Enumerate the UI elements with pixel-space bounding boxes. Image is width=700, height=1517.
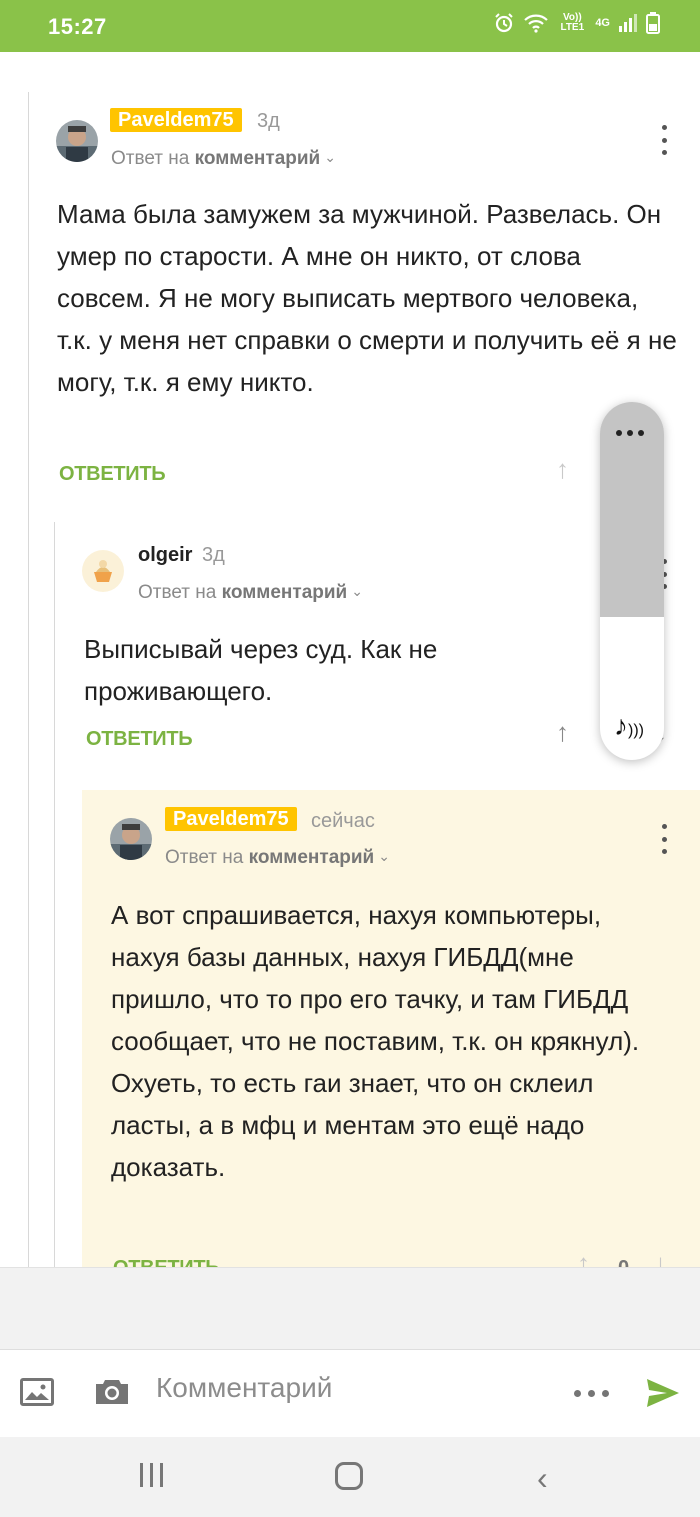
reply-to-link[interactable]: комментарий (195, 148, 321, 169)
comment-time: сейчас (311, 810, 375, 832)
alarm-icon (495, 13, 514, 33)
floating-media-widget[interactable]: ♪))) (600, 402, 664, 760)
avatar[interactable] (82, 550, 124, 592)
comment-time: 3д (202, 544, 225, 566)
reply-button[interactable]: ОТВЕТИТЬ (86, 728, 193, 751)
signal-icon (619, 14, 637, 32)
comment-author[interactable]: Paveldem75 (165, 807, 297, 831)
battery-icon (646, 12, 660, 34)
chevron-down-icon[interactable]: ⌄ (378, 848, 390, 865)
camera-icon[interactable] (94, 1376, 130, 1406)
chevron-down-icon[interactable]: ⌄ (351, 583, 363, 600)
system-nav-bar: ‹ (0, 1437, 700, 1517)
network-label: 4G (595, 17, 610, 29)
more-icon[interactable] (616, 430, 644, 436)
comment-input[interactable]: Комментарий (156, 1372, 332, 1404)
reply-to-link[interactable]: комментарий (249, 847, 375, 868)
status-icons: Vo)) LTE1 4G (493, 12, 660, 34)
comment-time: 3д (257, 110, 280, 132)
comment-menu-button[interactable] (654, 824, 674, 854)
upvote-icon[interactable]: ↑ (577, 1248, 590, 1267)
downvote-icon[interactable]: ↓ (654, 1248, 667, 1267)
avatar[interactable] (56, 120, 98, 162)
music-note-icon[interactable]: ♪))) (614, 710, 644, 742)
comment-text: А вот спрашивается, нахуя компьютеры, на… (111, 900, 640, 1182)
status-time: 15:27 (48, 14, 107, 39)
upvote-icon[interactable]: ↑ (556, 717, 569, 748)
reply-button[interactable]: ОТВЕТИТЬ (113, 1257, 220, 1267)
comment: Paveldem75 сейчас Ответ на комментарий ⌄ … (0, 790, 700, 1267)
avatar[interactable] (110, 818, 152, 860)
comments-feed[interactable]: Paveldem75 3д Ответ на комментарий ⌄ Мама… (0, 52, 700, 1267)
comment-input-bar: Комментарий (0, 1349, 700, 1437)
send-icon[interactable] (646, 1378, 680, 1408)
wifi-icon (524, 14, 549, 33)
reply-to[interactable]: Ответ на комментарий ⌄ (111, 148, 336, 170)
status-bar: 15:27 Vo)) LTE1 4G (0, 0, 700, 52)
comment-author[interactable]: Paveldem75 (110, 108, 242, 132)
reply-to[interactable]: Ответ на комментарий ⌄ (165, 847, 390, 869)
reply-to-link[interactable]: комментарий (222, 582, 348, 603)
chevron-down-icon[interactable]: ⌄ (324, 149, 336, 166)
home-icon[interactable] (335, 1462, 363, 1490)
volte-label: Vo)) LTE1 (560, 12, 585, 33)
reply-to[interactable]: Ответ на комментарий ⌄ (138, 582, 363, 604)
rating-count: 0 (618, 1257, 629, 1267)
more-icon[interactable] (574, 1390, 609, 1397)
reply-button[interactable]: ОТВЕТИТЬ (59, 463, 166, 486)
comment-author[interactable]: olgeir (138, 544, 192, 567)
upvote-icon[interactable]: ↑ (556, 454, 569, 485)
comment-text: Мама была замужем за мужчиной. Развелась… (57, 199, 677, 397)
comment: olgeir 3д Ответ на комментарий ⌄ Выписыва… (0, 512, 700, 790)
comment-text: Выписывай через суд. Как не проживающего… (84, 634, 438, 706)
comment-menu-button[interactable] (654, 125, 674, 155)
separator-band (0, 1267, 700, 1349)
comment: Paveldem75 3д Ответ на комментарий ⌄ Мама… (0, 52, 700, 512)
recent-apps-icon[interactable] (140, 1463, 163, 1487)
back-icon[interactable]: ‹ (537, 1460, 548, 1497)
image-icon[interactable] (20, 1378, 54, 1406)
